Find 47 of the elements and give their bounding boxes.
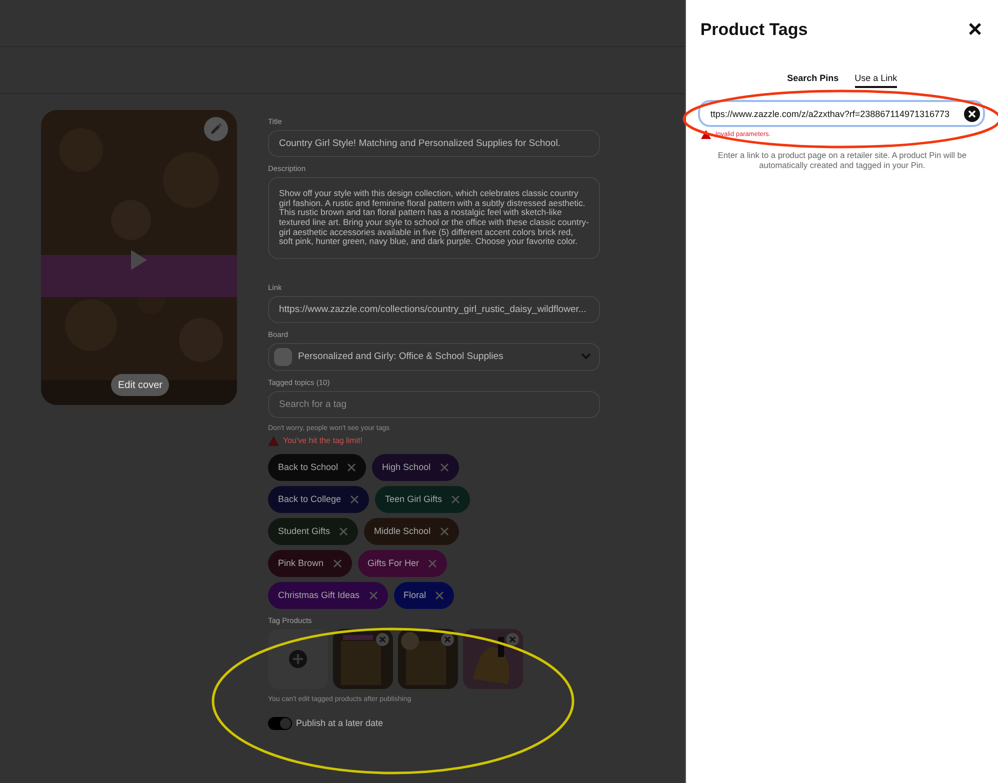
close-icon[interactable] <box>332 558 342 568</box>
link-field[interactable]: https://www.zazzle.com/collections/country_girl_rustic_daisy_wildflower... <box>268 296 600 323</box>
close-button[interactable]: × <box>968 18 982 42</box>
help-text: Enter a link to a product page on a retailer site. A product Pin will be automatically created and tagged in your Pin. <box>716 150 968 171</box>
warning-icon <box>268 436 279 446</box>
tab[interactable]: Search Pins <box>787 73 839 88</box>
panel-title: Product Tags <box>700 20 808 40</box>
tag-search-field[interactable]: Search for a tag <box>268 390 600 418</box>
tag-chip[interactable]: Middle School <box>364 518 459 545</box>
board-name: Personalized and Girly: Office & School Supplies <box>298 351 504 362</box>
title-field[interactable]: Country Girl Style! Matching and Personalized Supplies for School. <box>268 130 600 157</box>
close-icon[interactable] <box>440 526 449 536</box>
close-icon[interactable] <box>368 590 378 600</box>
toggle-label: Publish at a later date <box>296 718 384 728</box>
clear-icon[interactable] <box>964 106 980 122</box>
tag-chip[interactable]: Back to College <box>268 486 370 513</box>
close-icon[interactable] <box>435 590 444 600</box>
tag-chip[interactable]: Teen Girl Gifts <box>375 486 470 513</box>
add-product-button[interactable] <box>268 628 328 689</box>
close-icon[interactable] <box>347 462 356 472</box>
chevron-icon <box>581 353 591 360</box>
pencil-icon <box>210 123 222 135</box>
close-icon[interactable] <box>440 462 449 472</box>
tag-chip[interactable]: Student Gifts <box>268 518 358 545</box>
tag-chip[interactable]: Back to School <box>268 454 366 481</box>
edit-cover-button[interactable]: Edit cover <box>111 374 170 396</box>
tag-chip[interactable]: Floral <box>394 582 454 609</box>
close-icon <box>379 636 386 643</box>
close-icon <box>509 636 516 643</box>
tab[interactable]: Use a Link <box>854 73 898 88</box>
board-dropdown[interactable]: Personalized and Girly: Office & School Supplies <box>268 342 600 371</box>
board-thumbnail <box>274 348 292 366</box>
tag-chip[interactable]: High School <box>372 454 459 481</box>
warning-icon <box>701 130 712 139</box>
error-message: You've hit the tag limit! <box>283 436 362 446</box>
plus-icon <box>289 650 307 668</box>
close-icon <box>444 636 451 643</box>
close-icon[interactable] <box>350 494 360 504</box>
tag-chip[interactable]: Pink Brown <box>268 550 352 577</box>
close-icon[interactable] <box>451 494 460 504</box>
link-input-field[interactable]: ttps://www.zazzle.com/z/a2zxthav?rf=238867114971316773 <box>698 100 985 127</box>
close-icon[interactable] <box>428 558 438 568</box>
tag-chip[interactable]: Gifts For Her <box>358 550 448 577</box>
description-field[interactable]: Show off your style with this design collection, which celebrates classic country girl fashion. A rustic and feminine floral pattern with a subtly distressed aesthetic. This rustic brown and tan floral pattern has a nostalgic feel with sketch-like textured line art. Bring your style to school or the office with these classic country-girl aesthetic accessories available in five (5) different accent colors brick red, soft pink, hunter green, navy blue, and dark purple. Choose your favorite color. <box>268 177 600 259</box>
tag-chip[interactable]: Christmas Gift Ideas <box>268 582 388 609</box>
toggle-switch[interactable] <box>268 716 292 730</box>
close-icon[interactable] <box>339 526 348 536</box>
